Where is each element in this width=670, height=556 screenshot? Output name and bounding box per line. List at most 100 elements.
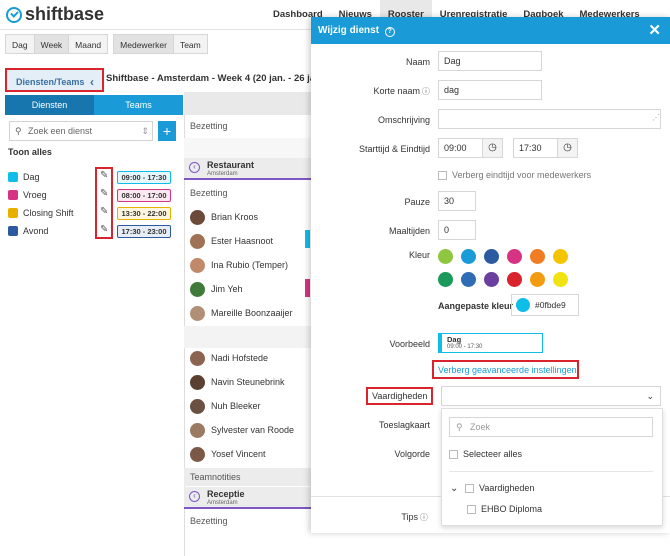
- avatar: [190, 422, 205, 438]
- color-option[interactable]: [507, 249, 522, 264]
- checkbox[interactable]: [438, 171, 447, 181]
- close-icon[interactable]: ✕: [648, 17, 661, 44]
- verberg-eindtijd-checkbox[interactable]: Verberg eindtijd voor medewerkers: [438, 170, 592, 181]
- color-option[interactable]: [553, 249, 568, 264]
- shift-search-input[interactable]: ⚲ Zoek een dienst ⇕: [9, 121, 153, 141]
- color-option[interactable]: [530, 272, 545, 287]
- employee-row[interactable]: Ina Rubio (Temper): [190, 256, 288, 274]
- shift-time-badge: 13:30 - 22:00: [117, 207, 171, 220]
- vaardigheden-select[interactable]: ⌄: [441, 386, 661, 406]
- diensten-teams-label: Diensten/Teams: [16, 77, 85, 87]
- pauze-label: Pauze: [404, 197, 430, 207]
- add-shift-button[interactable]: +: [158, 121, 176, 141]
- sort-icon[interactable]: ⇕: [141, 122, 149, 140]
- grid-empty-row: [184, 138, 311, 158]
- color-option[interactable]: [484, 272, 499, 287]
- info-icon[interactable]: ⓘ: [422, 86, 430, 97]
- shift-item-dag[interactable]: Dag: [8, 170, 40, 184]
- section-name: Restaurant: [207, 160, 255, 170]
- view-dag-button[interactable]: Dag: [5, 34, 35, 54]
- info-icon[interactable]: ⓘ: [420, 512, 428, 523]
- employee-name: Brian Kroos: [211, 212, 259, 222]
- color-option[interactable]: [553, 272, 568, 287]
- korte-naam-input[interactable]: dag: [438, 80, 542, 100]
- color-option[interactable]: [438, 272, 453, 287]
- verberg-eindtijd-label: Verberg eindtijd voor medewerkers: [452, 170, 592, 180]
- edit-pencil-icon[interactable]: ✎: [100, 224, 108, 235]
- bezetting-label: Bezetting: [190, 121, 228, 131]
- color-option[interactable]: [507, 272, 522, 287]
- color-option[interactable]: [530, 249, 545, 264]
- employee-row[interactable]: Ester Haasnoot: [190, 232, 273, 250]
- collapse-icon[interactable]: ‹: [189, 491, 200, 502]
- shift-item-vroeg[interactable]: Vroeg: [8, 188, 47, 202]
- collapse-icon[interactable]: ‹: [189, 162, 200, 173]
- shift-search-placeholder: Zoek een dienst: [28, 126, 93, 136]
- shift-item-avond[interactable]: Avond: [8, 224, 48, 238]
- color-option[interactable]: [461, 249, 476, 264]
- select-all-option[interactable]: Selecteer alles: [449, 449, 522, 460]
- show-all-link[interactable]: Toon alles: [8, 147, 52, 157]
- employee-name: Nadi Hofstede: [211, 353, 269, 363]
- clock-icon[interactable]: ◷: [483, 138, 503, 158]
- tab-teams[interactable]: Teams: [94, 95, 183, 115]
- maaltijden-input[interactable]: 0: [438, 220, 476, 240]
- employee-row[interactable]: Yosef Vincent: [190, 445, 266, 463]
- employee-row[interactable]: Navin Steunebrink: [190, 373, 285, 391]
- checkbox[interactable]: [449, 450, 458, 460]
- resize-handle-icon[interactable]: ⋰: [652, 113, 660, 127]
- shift-item-closing[interactable]: Closing Shift: [8, 206, 74, 220]
- color-option[interactable]: [461, 272, 476, 287]
- aangepaste-kleur-label: Aangepaste kleur: [438, 301, 514, 311]
- view-maand-button[interactable]: Maand: [69, 34, 109, 54]
- logo[interactable]: shiftbase: [6, 4, 104, 25]
- color-option[interactable]: [484, 249, 499, 264]
- employee-row[interactable]: Mareille Boonzaaijer: [190, 304, 293, 322]
- custom-color-input[interactable]: #0fbde9: [511, 294, 579, 316]
- group-team-button[interactable]: Team: [173, 34, 208, 54]
- color-option[interactable]: [438, 249, 453, 264]
- shift-color-swatch: [8, 226, 18, 236]
- teamnotities-row: Teamnotities: [184, 468, 311, 486]
- employee-name: Navin Steunebrink: [211, 377, 285, 387]
- view-week-button[interactable]: Week: [34, 34, 70, 54]
- shift-name: Closing Shift: [23, 208, 74, 218]
- help-icon[interactable]: ?: [384, 27, 395, 37]
- avatar: [190, 257, 205, 273]
- diensten-teams-button[interactable]: Diensten/Teams ‹: [5, 68, 104, 92]
- end-time-input[interactable]: 17:30: [513, 138, 558, 158]
- employee-row[interactable]: Nuh Bleeker: [190, 397, 261, 415]
- tab-diensten[interactable]: Diensten: [5, 95, 94, 115]
- employee-row[interactable]: Sylvester van Roode: [190, 421, 294, 439]
- edit-pencil-icon[interactable]: ✎: [100, 188, 108, 199]
- section-name: Receptie: [207, 489, 245, 499]
- employee-row[interactable]: Brian Kroos: [190, 208, 258, 226]
- checkbox[interactable]: [465, 484, 474, 494]
- ehbo-option[interactable]: EHBO Diploma: [467, 504, 543, 515]
- checkbox[interactable]: [467, 505, 476, 515]
- shift-block-edge[interactable]: [305, 279, 310, 297]
- pauze-input[interactable]: 30: [438, 191, 476, 211]
- clock-icon[interactable]: ◷: [558, 138, 578, 158]
- naam-input[interactable]: Dag: [438, 51, 542, 71]
- search-icon: ⚲: [456, 422, 463, 432]
- edit-pencil-icon[interactable]: ✎: [100, 170, 108, 181]
- chevron-left-icon[interactable]: ‹: [90, 70, 94, 94]
- tijd-label: Starttijd & Eindtijd: [358, 144, 430, 154]
- receptie-section-header[interactable]: ‹ Receptie Amsterdam: [184, 487, 311, 509]
- ehbo-label: EHBO Diploma: [481, 504, 543, 514]
- edit-pencil-icon[interactable]: ✎: [100, 206, 108, 217]
- start-time-input[interactable]: 09:00: [438, 138, 483, 158]
- chevron-down-icon[interactable]: ⌄: [450, 483, 460, 494]
- vaardigheden-group-option[interactable]: ⌄ Vaardigheden: [450, 483, 534, 494]
- grid-header: [184, 92, 311, 115]
- search-icon: ⚲: [15, 126, 22, 136]
- advanced-settings-link[interactable]: Verberg geavanceerde instellingen: [438, 365, 577, 375]
- employee-row[interactable]: Nadi Hofstede: [190, 349, 268, 367]
- dropdown-search-input[interactable]: ⚲ Zoek: [449, 417, 653, 437]
- employee-row[interactable]: Jim Yeh: [190, 280, 243, 298]
- omschrijving-textarea[interactable]: [438, 109, 661, 129]
- group-medewerker-button[interactable]: Medewerker: [113, 34, 174, 54]
- restaurant-section-header[interactable]: ‹ Restaurant Amsterdam: [184, 158, 311, 180]
- color-row-1: [438, 249, 568, 264]
